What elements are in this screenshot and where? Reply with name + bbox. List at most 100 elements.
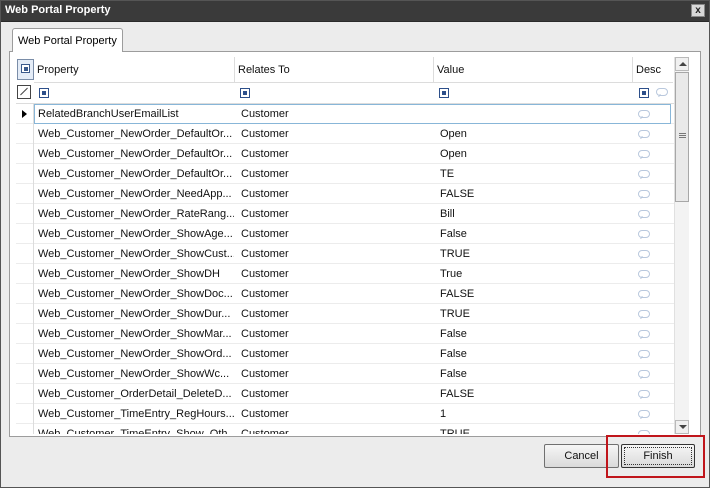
- table-row[interactable]: Web_Customer_NewOrder_ShowWc... Customer F…: [16, 364, 686, 384]
- row-indicator[interactable]: [16, 304, 34, 324]
- comment-icon[interactable]: [638, 270, 650, 278]
- column-header-relates-to[interactable]: Relates To: [235, 57, 434, 83]
- cell-value[interactable]: False: [440, 328, 630, 340]
- filter-desc-icon[interactable]: [639, 88, 649, 98]
- table-row[interactable]: Web_Customer_NewOrder_ShowMar... Customer…: [16, 324, 686, 344]
- cell-property[interactable]: Web_Customer_NewOrder_RateRang...: [38, 208, 234, 220]
- cell-value[interactable]: TRUE: [440, 308, 630, 320]
- table-row[interactable]: Web_Customer_NewOrder_RateRang... Custome…: [16, 204, 686, 224]
- table-row[interactable]: RelatedBranchUserEmailList Customer: [16, 104, 686, 124]
- cell-property[interactable]: Web_Customer_NewOrder_ShowWc...: [38, 368, 234, 380]
- cell-value[interactable]: True: [440, 268, 630, 280]
- comment-icon[interactable]: [638, 350, 650, 358]
- cell-relates-to[interactable]: Customer: [241, 328, 431, 340]
- comment-icon[interactable]: [638, 110, 650, 118]
- comment-icon[interactable]: [638, 150, 650, 158]
- cell-relates-to[interactable]: Customer: [241, 388, 431, 400]
- cell-property[interactable]: Web_Customer_TimeEntry_RegHours...: [38, 408, 234, 420]
- cell-property[interactable]: Web_Customer_NewOrder_ShowCust...: [38, 248, 234, 260]
- cell-value[interactable]: FALSE: [440, 388, 630, 400]
- comment-icon[interactable]: [638, 370, 650, 378]
- table-row[interactable]: Web_Customer_NewOrder_ShowOrd... Customer…: [16, 344, 686, 364]
- cell-value[interactable]: TE: [440, 168, 630, 180]
- cell-property[interactable]: Web_Customer_NewOrder_DefaultOr...: [38, 128, 234, 140]
- row-indicator[interactable]: [16, 224, 34, 244]
- cell-relates-to[interactable]: Customer: [241, 408, 431, 420]
- comment-icon[interactable]: [638, 430, 650, 434]
- row-indicator[interactable]: [16, 284, 34, 304]
- comment-icon[interactable]: [638, 210, 650, 218]
- row-indicator[interactable]: [16, 364, 34, 384]
- cell-relates-to[interactable]: Customer: [241, 188, 431, 200]
- column-header-value[interactable]: Value: [434, 57, 633, 83]
- table-row[interactable]: Web_Customer_NewOrder_DefaultOr... Custom…: [16, 164, 686, 184]
- table-row[interactable]: Web_Customer_NewOrder_NeedApp... Customer…: [16, 184, 686, 204]
- cell-relates-to[interactable]: Customer: [241, 208, 431, 220]
- filter-value-icon[interactable]: [439, 88, 449, 98]
- scroll-thumb[interactable]: [675, 72, 689, 202]
- table-row[interactable]: Web_Customer_NewOrder_ShowAge... Customer…: [16, 224, 686, 244]
- row-indicator[interactable]: [16, 204, 34, 224]
- table-row[interactable]: Web_Customer_OrderDetail_DeleteD... Custo…: [16, 384, 686, 404]
- row-indicator[interactable]: [16, 324, 34, 344]
- row-indicator[interactable]: [16, 164, 34, 184]
- cell-relates-to[interactable]: Customer: [241, 428, 431, 434]
- table-row[interactable]: Web_Customer_TimeEntry_RegHours... Custom…: [16, 404, 686, 424]
- comment-icon[interactable]: [638, 250, 650, 258]
- row-indicator[interactable]: [16, 124, 34, 144]
- table-row[interactable]: Web_Customer_NewOrder_DefaultOr... Custom…: [16, 144, 686, 164]
- cell-value[interactable]: False: [440, 228, 630, 240]
- scroll-down-icon[interactable]: [675, 420, 689, 434]
- filter-relates-to-icon[interactable]: [240, 88, 250, 98]
- cell-relates-to[interactable]: Customer: [241, 348, 431, 360]
- cell-relates-to[interactable]: Customer: [241, 368, 431, 380]
- cell-value[interactable]: Open: [440, 148, 630, 160]
- cell-relates-to[interactable]: Customer: [241, 148, 431, 160]
- cell-value[interactable]: Open: [440, 128, 630, 140]
- vertical-scrollbar[interactable]: [674, 57, 689, 434]
- table-row[interactable]: Web_Customer_NewOrder_DefaultOr... Custom…: [16, 124, 686, 144]
- cell-relates-to[interactable]: Customer: [241, 248, 431, 260]
- comment-icon[interactable]: [638, 330, 650, 338]
- row-indicator[interactable]: [16, 404, 34, 424]
- cell-property[interactable]: Web_Customer_TimeEntry_Show_Oth...: [38, 428, 234, 434]
- table-row[interactable]: Web_Customer_NewOrder_ShowDoc... Customer…: [16, 284, 686, 304]
- cell-property[interactable]: Web_Customer_NewOrder_DefaultOr...: [38, 168, 234, 180]
- row-indicator[interactable]: [16, 264, 34, 284]
- clear-filter-icon[interactable]: [17, 85, 31, 99]
- row-indicator[interactable]: [16, 384, 34, 404]
- comment-icon[interactable]: [638, 290, 650, 298]
- cell-value[interactable]: FALSE: [440, 288, 630, 300]
- row-indicator[interactable]: [16, 144, 34, 164]
- row-indicator[interactable]: [16, 104, 34, 124]
- cell-value[interactable]: TRUE: [440, 248, 630, 260]
- cell-property[interactable]: Web_Customer_NewOrder_ShowAge...: [38, 228, 234, 240]
- comment-icon[interactable]: [638, 310, 650, 318]
- cell-value[interactable]: Bill: [440, 208, 630, 220]
- table-row[interactable]: Web_Customer_NewOrder_ShowCust... Custome…: [16, 244, 686, 264]
- cell-relates-to[interactable]: Customer: [241, 268, 431, 280]
- row-indicator[interactable]: [16, 344, 34, 364]
- cell-relates-to[interactable]: Customer: [241, 128, 431, 140]
- cell-property[interactable]: RelatedBranchUserEmailList: [38, 108, 234, 120]
- comment-icon[interactable]: [638, 230, 650, 238]
- row-indicator[interactable]: [16, 184, 34, 204]
- cell-relates-to[interactable]: Customer: [241, 308, 431, 320]
- cell-value[interactable]: False: [440, 348, 630, 360]
- column-header-property[interactable]: Property: [34, 57, 235, 83]
- filter-property-icon[interactable]: [39, 88, 49, 98]
- cell-property[interactable]: Web_Customer_NewOrder_ShowOrd...: [38, 348, 234, 360]
- cell-value[interactable]: FALSE: [440, 188, 630, 200]
- table-row[interactable]: Web_Customer_NewOrder_ShowDur... Customer…: [16, 304, 686, 324]
- comment-icon[interactable]: [638, 130, 650, 138]
- cell-value[interactable]: 1: [440, 408, 630, 420]
- row-indicator[interactable]: [16, 244, 34, 264]
- cell-value[interactable]: TRUE: [440, 428, 630, 434]
- close-button[interactable]: x: [691, 4, 705, 17]
- column-chooser-button[interactable]: [17, 59, 34, 80]
- cell-property[interactable]: Web_Customer_NewOrder_ShowDur...: [38, 308, 234, 320]
- cell-relates-to[interactable]: Customer: [241, 168, 431, 180]
- cell-property[interactable]: Web_Customer_NewOrder_NeedApp...: [38, 188, 234, 200]
- cell-property[interactable]: Web_Customer_OrderDetail_DeleteD...: [38, 388, 234, 400]
- cell-relates-to[interactable]: Customer: [241, 108, 431, 120]
